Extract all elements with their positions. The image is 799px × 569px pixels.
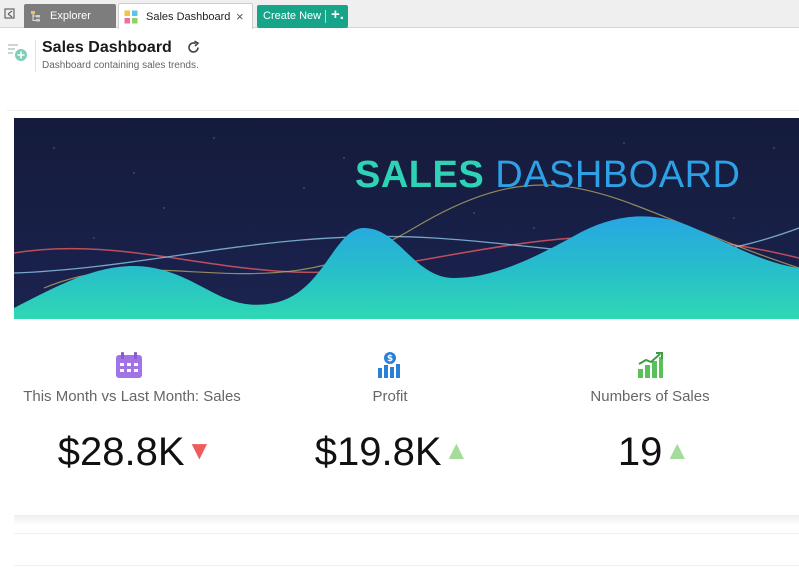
trend-down-icon: ▼	[186, 435, 213, 465]
kpi-profit-value: $19.8K▲	[262, 430, 522, 475]
trend-up-icon: ▲	[443, 435, 470, 465]
kpi-sales-label: This Month vs Last Month: Sales	[23, 388, 241, 405]
section-divider	[14, 565, 799, 566]
header-rule	[7, 110, 799, 111]
refresh-icon[interactable]	[186, 40, 201, 55]
svg-text:$: $	[387, 354, 393, 364]
tree-icon	[31, 11, 40, 22]
kpi-count-number: 19	[617, 430, 663, 474]
widget-shadow	[14, 515, 799, 525]
banner-title-word2: DASHBOARD	[495, 154, 741, 196]
sales-dashboard-banner	[14, 118, 799, 319]
calendar-icon	[116, 352, 142, 378]
back-to-list-icon[interactable]	[3, 7, 17, 21]
tab-sales-label: Sales Dashboard	[146, 11, 231, 23]
section-divider	[14, 533, 799, 534]
create-new-label: Create New	[263, 10, 322, 22]
plus-icon[interactable]: +.	[331, 6, 344, 23]
money-bars-icon: $	[378, 352, 400, 378]
tab-sales-dashboard[interactable]: Sales Dashboard ×	[118, 3, 253, 29]
create-new-button[interactable]: Create New +.	[257, 5, 348, 28]
page-description: Dashboard containing sales trends.	[42, 60, 199, 71]
banner-title-word1: SALES	[355, 154, 485, 196]
kpi-profit-number: $19.8K	[314, 430, 442, 474]
page-title: Sales Dashboard	[42, 39, 172, 56]
banner-title: SALES DASHBOARD	[355, 154, 740, 197]
growth-chart-icon	[638, 352, 663, 378]
kpi-count-label: Numbers of Sales	[590, 388, 710, 405]
tab-explorer-label: Explorer	[50, 10, 91, 22]
tab-bar: Explorer Sales Dashboard × Create New +.	[0, 0, 799, 29]
trend-up-icon: ▲	[664, 435, 691, 465]
kpi-profit-label: Profit	[372, 388, 408, 405]
create-new-separator	[325, 10, 326, 23]
tab-explorer[interactable]: Explorer	[24, 4, 116, 28]
kpi-count-value: 19▲	[524, 430, 784, 475]
header-divider	[35, 40, 36, 72]
kpi-sales-number: $28.8K	[57, 430, 185, 474]
close-icon[interactable]: ×	[236, 9, 244, 24]
dashboard-icon	[124, 10, 138, 24]
dashboard-add-icon	[8, 44, 27, 61]
kpi-sales-value: $28.8K▼	[5, 430, 265, 475]
